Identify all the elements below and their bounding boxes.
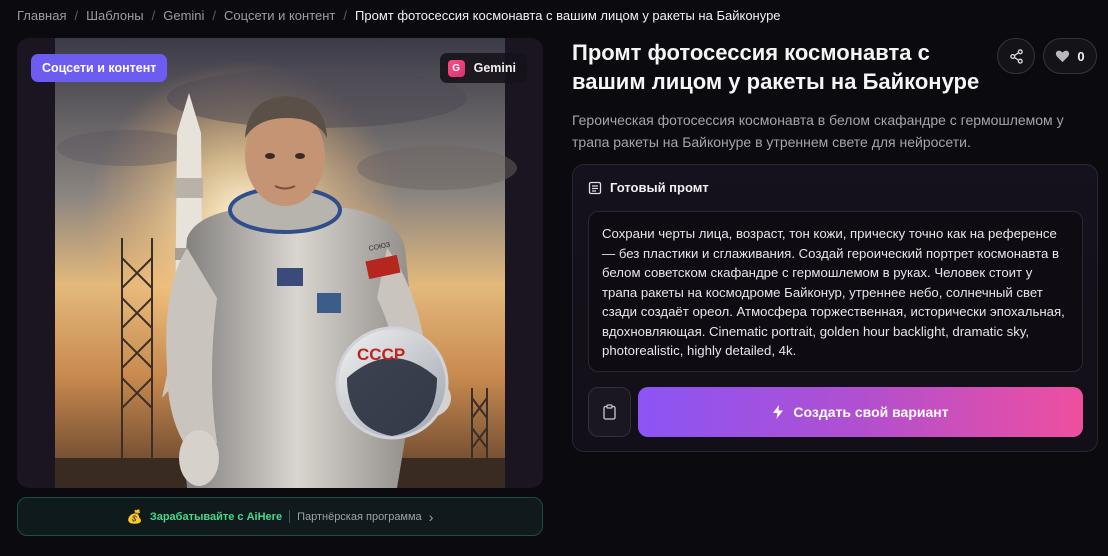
model-badge: G Gemini	[439, 53, 527, 83]
model-badge-label: Gemini	[473, 61, 516, 75]
partner-program-banner[interactable]: 💰 Зарабатывайте с AiHere Партнёрская про…	[17, 497, 543, 536]
create-variant-label: Создать свой вариант	[793, 404, 949, 420]
breadcrumb: Главная / Шаблоны / Gemini / Соцсети и к…	[17, 6, 781, 24]
breadcrumb-gemini[interactable]: Gemini	[163, 8, 204, 23]
preview-image-panel[interactable]: СОЮЗ СССР Соцсети и контент G Gemini	[17, 38, 543, 488]
bolt-icon	[773, 405, 784, 419]
page-description: Героическая фотосессия космонавта в бело…	[572, 112, 1064, 150]
breadcrumb-separator: /	[212, 7, 217, 23]
divider	[289, 510, 291, 523]
prompt-card: Готовый промт Сохрани черты лица, возрас…	[572, 164, 1098, 452]
prompt-heading: Готовый промт	[588, 180, 709, 195]
page: Главная / Шаблоны / Gemini / Соцсети и к…	[0, 0, 1108, 556]
like-button[interactable]: 0	[1043, 38, 1097, 74]
program-label: Партнёрская программа	[297, 510, 422, 523]
heart-icon	[1056, 50, 1070, 63]
chevron-right-icon: ›	[428, 508, 434, 525]
share-icon	[1009, 48, 1023, 64]
breadcrumb-separator: /	[151, 7, 156, 23]
breadcrumb-current: Промт фотосессия космонавта с вашим лицо…	[355, 7, 781, 23]
breadcrumb-social[interactable]: Соцсети и контент	[224, 8, 335, 23]
like-count: 0	[1077, 48, 1085, 64]
breadcrumb-home[interactable]: Главная	[17, 8, 66, 23]
clipboard-icon	[603, 404, 616, 420]
copy-prompt-button[interactable]	[588, 387, 631, 437]
create-variant-button[interactable]: Создать свой вариант	[638, 387, 1083, 437]
gemini-logo-icon: G	[447, 59, 465, 77]
earn-label: Зарабатывайте с AiHere	[149, 510, 283, 523]
page-title: Промт фотосессия космонавта с вашим лицо…	[572, 40, 980, 94]
breadcrumb-templates[interactable]: Шаблоны	[86, 8, 144, 23]
prompt-text[interactable]: Сохрани черты лица, возраст, тон кожи, п…	[588, 211, 1083, 372]
cosmonaut-illustration: СОЮЗ СССР	[17, 38, 543, 488]
helmet-cccp-text: СССР	[357, 345, 405, 364]
category-badge[interactable]: Соцсети и контент	[31, 54, 168, 82]
coin-icon: 💰	[126, 508, 143, 524]
breadcrumb-separator: /	[74, 7, 79, 23]
share-button[interactable]	[997, 38, 1035, 74]
document-icon	[588, 181, 602, 194]
prompt-heading-label: Готовый промт	[610, 180, 709, 195]
breadcrumb-separator: /	[343, 7, 348, 23]
